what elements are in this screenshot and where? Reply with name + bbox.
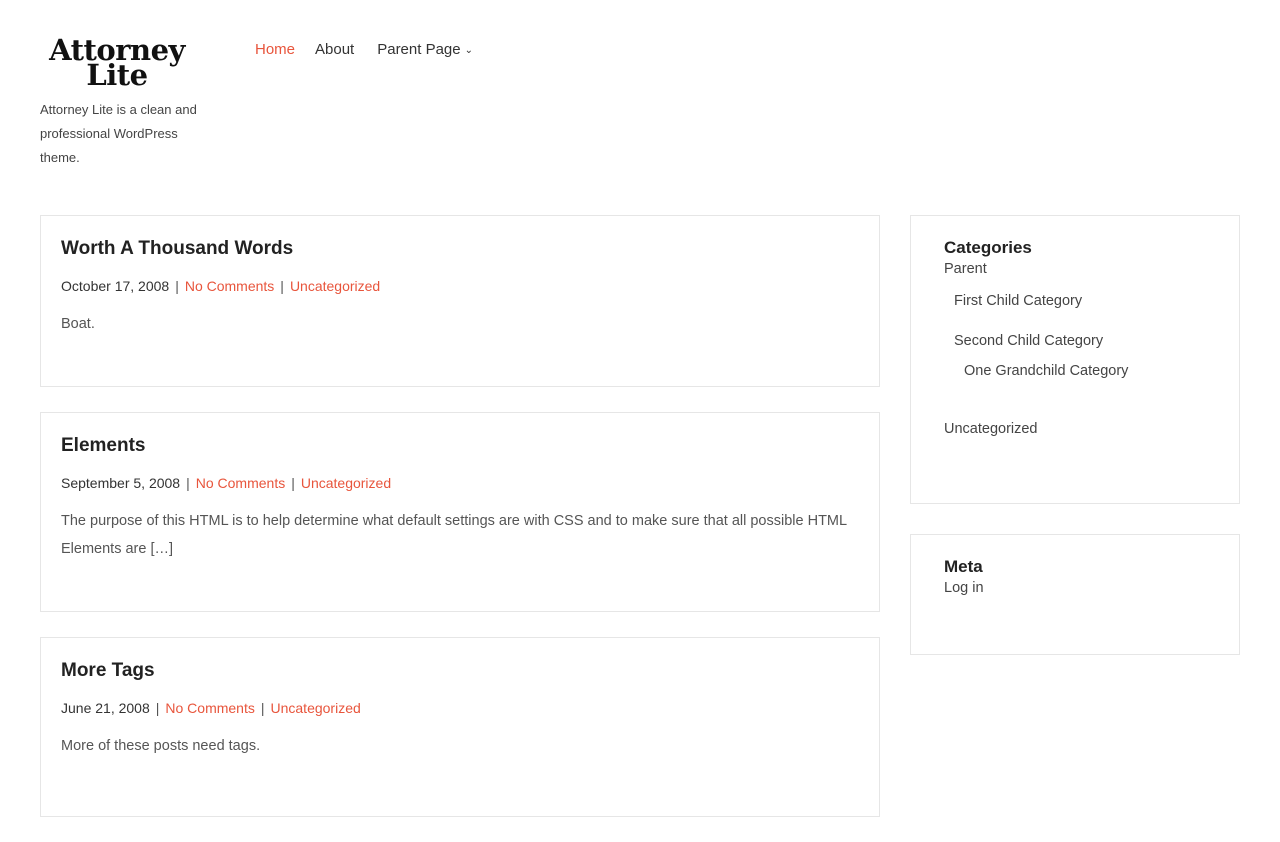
meta-widget: Meta Log in (910, 534, 1240, 655)
post-excerpt: More of these posts need tags. (61, 738, 261, 754)
post-title[interactable]: Elements (61, 433, 859, 459)
post-list: Worth A Thousand Words October 17, 2008 |… (40, 215, 880, 842)
category-list: Parent First Child Category Second Child… (944, 260, 1206, 438)
primary-nav: Home About Parent Page ⌄ (255, 40, 473, 60)
nav-parent-page-link[interactable]: Parent Page (377, 40, 460, 60)
category-grandchildren: One Grandchild Category (964, 362, 1206, 380)
post-comments-link[interactable]: No Comments (165, 700, 254, 716)
post-card: Elements September 5, 2008 | No Comments | U… (40, 412, 880, 612)
meta-separator: | (186, 475, 190, 491)
post-comments-link[interactable]: No Comments (196, 475, 285, 491)
meta-item: Log in (944, 579, 1206, 597)
sidebar: Categories Parent First Child Category S… (910, 215, 1240, 655)
category-link-first-child[interactable]: First Child Category (954, 293, 1082, 309)
site-tagline: Attorney Lite is a clean and professiona… (40, 102, 197, 165)
post-excerpt: The purpose of this HTML is to help dete… (61, 513, 847, 557)
login-link[interactable]: Log in (944, 580, 984, 596)
post-title[interactable]: More Tags (61, 658, 859, 684)
category-item: Parent First Child Category Second Child… (944, 260, 1206, 380)
category-item: Second Child Category One Grandchild Cat… (954, 332, 1206, 380)
category-link-grandchild[interactable]: One Grandchild Category (964, 363, 1128, 379)
post-category-link[interactable]: Uncategorized (301, 475, 391, 491)
post-card: More Tags June 21, 2008 | No Comments | Unca… (40, 637, 880, 817)
post-meta: September 5, 2008 | No Comments | Uncategori… (61, 473, 859, 493)
category-item: First Child Category (954, 292, 1206, 310)
nav-home-link[interactable]: Home (255, 40, 295, 60)
meta-separator: | (155, 700, 160, 716)
category-link-parent[interactable]: Parent (944, 261, 987, 277)
post-date: September 5, 2008 (61, 475, 181, 491)
meta-separator: | (291, 475, 295, 491)
category-item: Uncategorized (944, 420, 1206, 438)
site-title[interactable]: Attorney Lite (40, 36, 194, 90)
nav-parent-page[interactable]: Parent Page ⌄ (377, 40, 473, 60)
meta-separator: | (280, 278, 284, 294)
post-date: October 17, 2008 (61, 278, 170, 294)
site-branding: Attorney Lite Attorney Lite is a clean a… (40, 36, 200, 170)
post-comments-link[interactable]: No Comments (185, 278, 274, 294)
post-excerpt: Boat. (61, 316, 95, 332)
category-children: First Child Category Second Child Catego… (954, 292, 1206, 380)
post-date: June 21, 2008 (61, 700, 150, 716)
site-header: Attorney Lite Attorney Lite is a clean a… (0, 0, 1280, 190)
meta-list: Log in (944, 579, 1206, 597)
chevron-down-icon[interactable]: ⌄ (465, 45, 473, 56)
post-category-link[interactable]: Uncategorized (271, 700, 361, 716)
category-item: One Grandchild Category (964, 362, 1206, 380)
categories-widget-title: Categories (944, 238, 1032, 257)
post-meta: October 17, 2008 | No Comments | Uncategoriz… (61, 276, 859, 296)
post-meta: June 21, 2008 | No Comments | Uncategorized (61, 698, 859, 718)
nav-about-link[interactable]: About (315, 40, 354, 60)
post-title[interactable]: Worth A Thousand Words (61, 236, 859, 262)
category-link-second-child[interactable]: Second Child Category (954, 333, 1103, 349)
meta-widget-title: Meta (944, 557, 983, 576)
category-link-uncategorized[interactable]: Uncategorized (944, 421, 1038, 437)
meta-separator: | (175, 278, 179, 294)
post-category-link[interactable]: Uncategorized (290, 278, 380, 294)
categories-widget: Categories Parent First Child Category S… (910, 215, 1240, 504)
post-card: Worth A Thousand Words October 17, 2008 |… (40, 215, 880, 387)
meta-separator: | (260, 700, 265, 716)
